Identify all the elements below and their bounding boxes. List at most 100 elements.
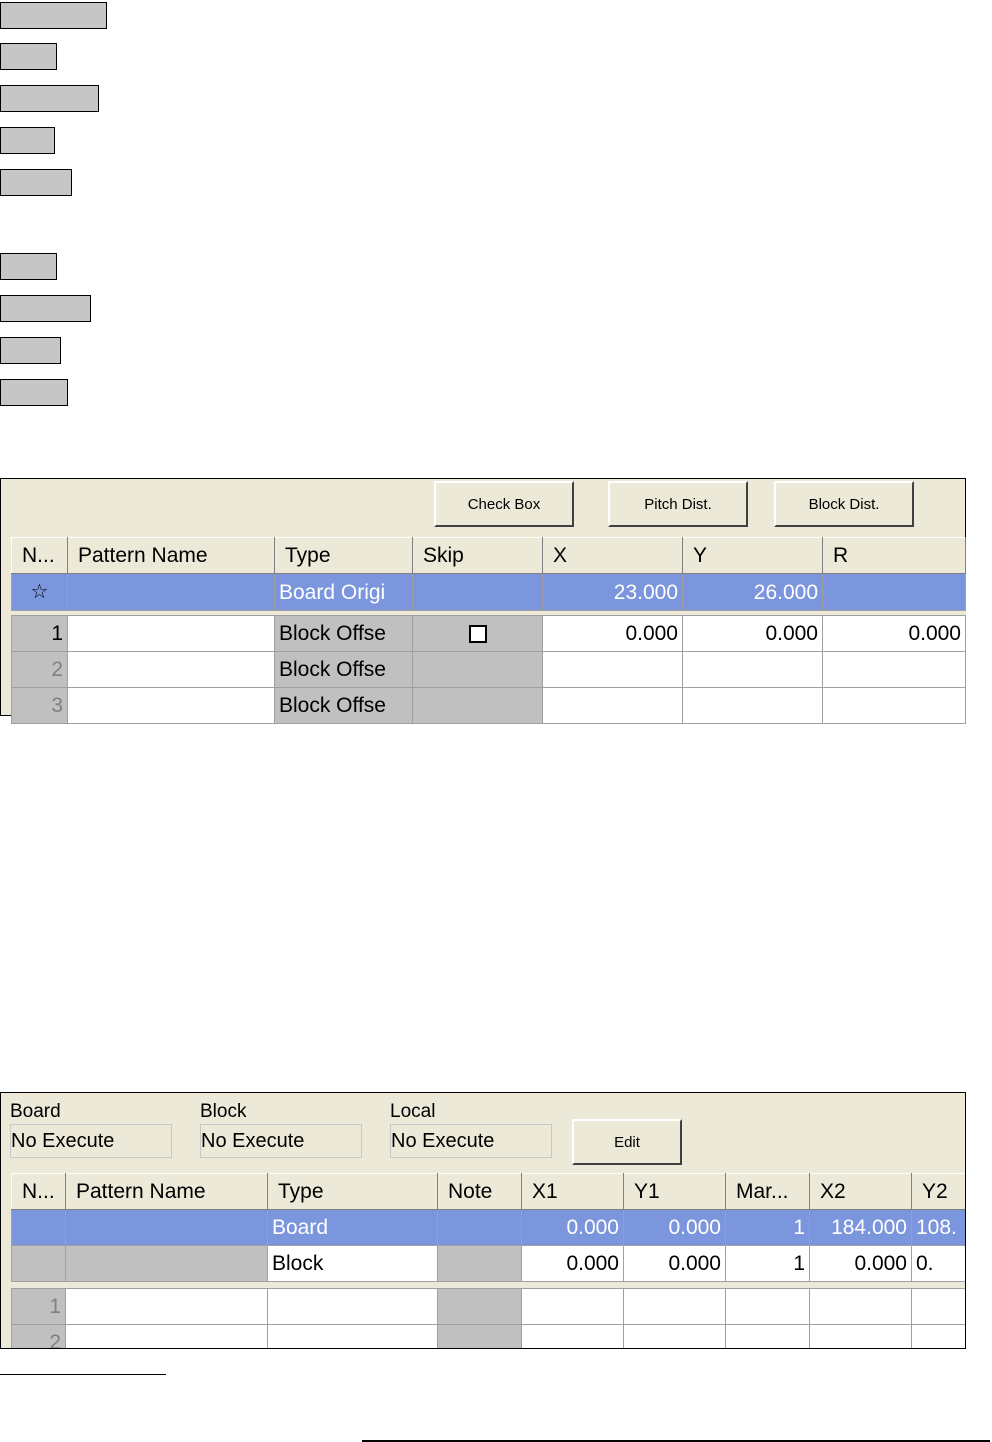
table-cell[interactable]: Block bbox=[267, 1245, 438, 1282]
table-cell[interactable] bbox=[65, 1324, 268, 1348]
table-cell[interactable] bbox=[267, 1324, 438, 1348]
table-cell[interactable]: Block Offse bbox=[274, 615, 413, 652]
table-cell[interactable] bbox=[67, 573, 275, 611]
col-header-type[interactable]: Type bbox=[274, 537, 413, 574]
mark-table: N... Pattern Name Type Note X1 Y1 Mar...… bbox=[11, 1173, 965, 1348]
col-header-note[interactable]: Note bbox=[437, 1173, 522, 1210]
check-box-button[interactable]: Check Box bbox=[434, 481, 574, 527]
col-header-skip[interactable]: Skip bbox=[412, 537, 543, 574]
table-cell[interactable] bbox=[725, 1324, 810, 1348]
pitch-dist-button[interactable]: Pitch Dist. bbox=[608, 481, 748, 527]
table-cell[interactable]: Block Offse bbox=[274, 651, 413, 688]
table-cell[interactable] bbox=[412, 573, 543, 611]
table-cell[interactable] bbox=[67, 615, 275, 652]
col-header-x2[interactable]: X2 bbox=[809, 1173, 912, 1210]
col-header-mark[interactable]: Mar... bbox=[725, 1173, 810, 1210]
table-cell[interactable] bbox=[67, 651, 275, 688]
gray-label-box-4 bbox=[0, 127, 55, 154]
table-cell[interactable] bbox=[542, 687, 683, 724]
skip-cell[interactable] bbox=[412, 615, 543, 652]
table-cell[interactable]: 0.000 bbox=[542, 615, 683, 652]
col-header-type[interactable]: Type bbox=[267, 1173, 438, 1210]
table-cell[interactable]: Block Offse bbox=[274, 687, 413, 724]
table-cell[interactable]: 0.000 bbox=[822, 615, 966, 652]
block-label: Block bbox=[200, 1101, 247, 1122]
table-cell[interactable] bbox=[67, 687, 275, 724]
table-cell[interactable]: 0.000 bbox=[682, 615, 823, 652]
edit-button[interactable]: Edit bbox=[572, 1119, 682, 1165]
table-cell[interactable] bbox=[11, 1209, 66, 1246]
table-cell[interactable]: 26.000 bbox=[682, 573, 823, 611]
table-cell[interactable]: 0.000 bbox=[521, 1209, 624, 1246]
table-cell[interactable] bbox=[682, 687, 823, 724]
block-row[interactable]: Block 0.000 0.000 1 0.000 0. bbox=[11, 1245, 965, 1282]
col-header-x1[interactable]: X1 bbox=[521, 1173, 624, 1210]
col-header-pattern-name[interactable]: Pattern Name bbox=[67, 537, 275, 574]
table-cell[interactable] bbox=[521, 1324, 624, 1348]
row-number: 1 bbox=[11, 615, 68, 652]
table-cell[interactable] bbox=[11, 1245, 66, 1282]
row-number: 1 bbox=[11, 1288, 66, 1325]
table-header-row: N... Pattern Name Type Note X1 Y1 Mar...… bbox=[11, 1173, 965, 1210]
table-cell[interactable] bbox=[911, 1324, 965, 1348]
table-cell[interactable] bbox=[437, 1209, 522, 1246]
table-cell[interactable]: 0.000 bbox=[809, 1245, 912, 1282]
table-cell[interactable] bbox=[623, 1324, 726, 1348]
col-header-y2[interactable]: Y2 bbox=[911, 1173, 965, 1210]
table-cell[interactable] bbox=[65, 1245, 268, 1282]
table-row[interactable]: 1 Block Offse 0.000 0.000 0.000 bbox=[11, 615, 966, 652]
col-header-r[interactable]: R bbox=[822, 537, 966, 574]
col-header-x[interactable]: X bbox=[542, 537, 683, 574]
gray-label-box-1 bbox=[0, 2, 107, 29]
table-row[interactable]: 2 Block Offse bbox=[11, 651, 966, 688]
table-cell[interactable] bbox=[437, 1245, 522, 1282]
skip-checkbox[interactable] bbox=[468, 625, 487, 644]
table-row[interactable]: 1 bbox=[11, 1288, 965, 1325]
table-cell[interactable]: 0.000 bbox=[623, 1209, 726, 1246]
col-header-y1[interactable]: Y1 bbox=[623, 1173, 726, 1210]
row-number: 3 bbox=[11, 687, 68, 724]
block-offset-table: N... Pattern Name Type Skip X Y R ☆ Boar… bbox=[11, 537, 966, 724]
table-cell[interactable]: 0.000 bbox=[521, 1245, 624, 1282]
table-cell[interactable] bbox=[437, 1324, 522, 1348]
table-cell[interactable] bbox=[542, 651, 683, 688]
board-origin-row[interactable]: ☆ Board Origi 23.000 26.000 bbox=[11, 573, 966, 611]
col-header-no[interactable]: N... bbox=[11, 1173, 66, 1210]
table-cell[interactable] bbox=[437, 1288, 522, 1325]
table-cell[interactable] bbox=[822, 687, 966, 724]
table-cell[interactable] bbox=[682, 651, 823, 688]
gray-label-box-5 bbox=[0, 169, 72, 196]
table-cell[interactable] bbox=[809, 1324, 912, 1348]
table-cell[interactable]: 108. bbox=[911, 1209, 965, 1246]
table-cell[interactable] bbox=[412, 651, 543, 688]
table-cell[interactable] bbox=[267, 1288, 438, 1325]
table-cell[interactable]: 1 bbox=[725, 1209, 810, 1246]
table-cell[interactable]: 23.000 bbox=[542, 573, 683, 611]
table-cell[interactable] bbox=[911, 1288, 965, 1325]
table-cell[interactable] bbox=[809, 1288, 912, 1325]
gray-label-box-6 bbox=[0, 253, 57, 280]
table-cell[interactable] bbox=[623, 1288, 726, 1325]
block-dist-button[interactable]: Block Dist. bbox=[774, 481, 914, 527]
table-cell[interactable] bbox=[65, 1288, 268, 1325]
table-cell[interactable] bbox=[725, 1288, 810, 1325]
table-cell[interactable]: 0.000 bbox=[623, 1245, 726, 1282]
table-cell[interactable] bbox=[65, 1209, 268, 1246]
table-cell[interactable] bbox=[822, 651, 966, 688]
col-header-pattern-name[interactable]: Pattern Name bbox=[65, 1173, 268, 1210]
table-cell[interactable] bbox=[412, 687, 543, 724]
gray-label-box-3 bbox=[0, 85, 99, 112]
table-cell[interactable]: Board bbox=[267, 1209, 438, 1246]
table-cell[interactable]: 0. bbox=[911, 1245, 965, 1282]
col-header-no[interactable]: N... bbox=[11, 537, 68, 574]
table-row[interactable]: 2 bbox=[11, 1324, 965, 1348]
col-header-y[interactable]: Y bbox=[682, 537, 823, 574]
table-cell[interactable]: 184.000 bbox=[809, 1209, 912, 1246]
board-row[interactable]: Board 0.000 0.000 1 184.000 108. bbox=[11, 1209, 965, 1246]
table-cell[interactable]: Board Origi bbox=[274, 573, 413, 611]
table-cell[interactable] bbox=[822, 573, 966, 611]
gray-label-box-7 bbox=[0, 295, 91, 322]
table-row[interactable]: 3 Block Offse bbox=[11, 687, 966, 724]
table-cell[interactable] bbox=[521, 1288, 624, 1325]
table-cell[interactable]: 1 bbox=[725, 1245, 810, 1282]
